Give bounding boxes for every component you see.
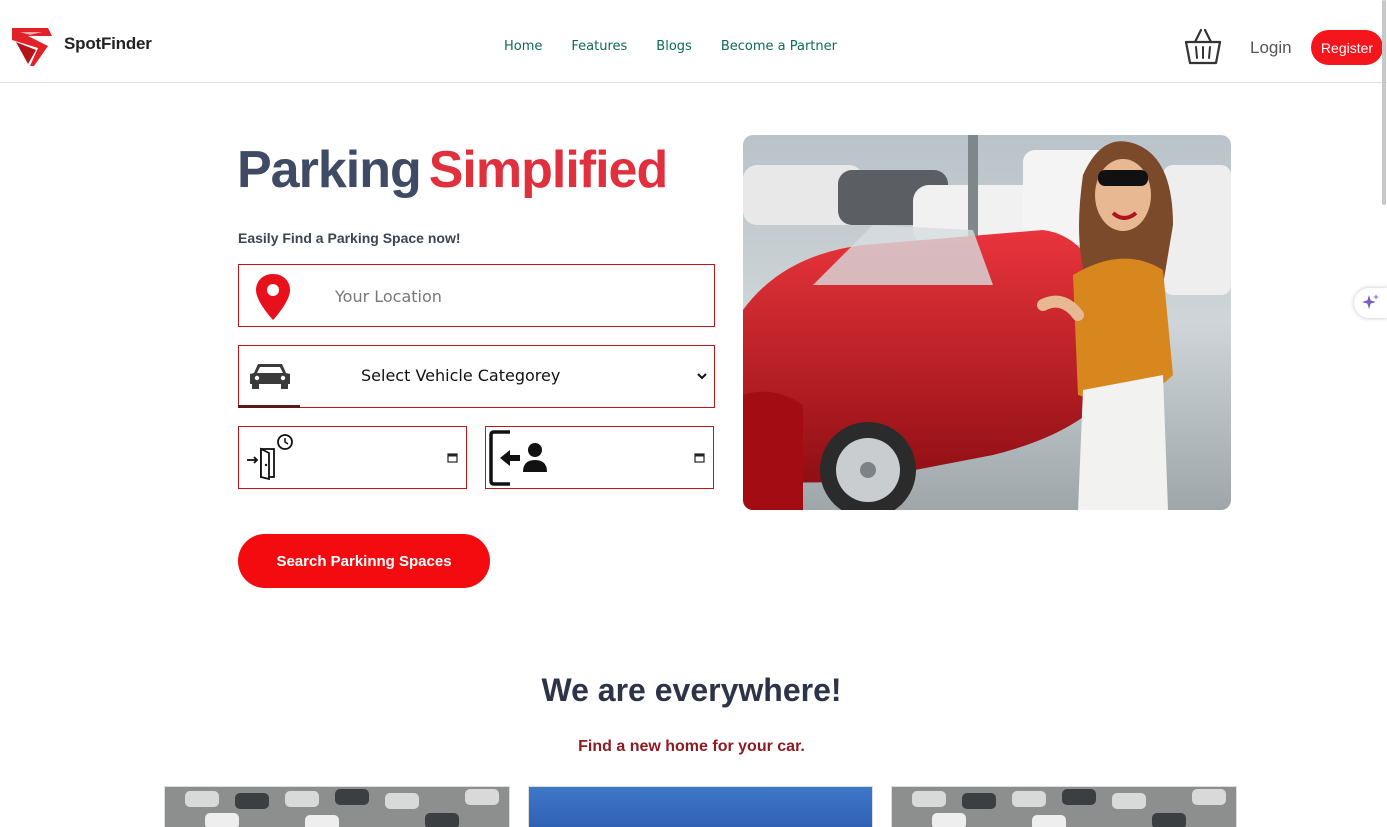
main-nav: Home Features Blogs Become a Partner <box>504 39 837 54</box>
site-header: SpotFinder Home Features Blogs Become a … <box>0 0 1387 83</box>
hero-title: Parking Simplified <box>237 140 668 200</box>
section-subtitle: Find a new home for your car. <box>578 738 805 755</box>
car-icon <box>250 364 290 389</box>
search-parking-button[interactable]: Search Parkinng Spaces <box>238 534 490 588</box>
nav-become-partner[interactable]: Become a Partner <box>721 39 837 54</box>
sparkle-icon <box>1361 294 1379 309</box>
hero-title-parking: Parking <box>237 141 422 199</box>
nav-features[interactable]: Features <box>571 39 627 54</box>
register-button[interactable]: Register <box>1311 30 1383 65</box>
brand-name: SpotFinder <box>64 34 152 53</box>
location-card-image[interactable] <box>164 786 510 827</box>
entry-datetime-field[interactable] <box>238 426 467 489</box>
spotfinder-logo-icon <box>12 28 52 66</box>
chevron-down-icon <box>697 373 707 380</box>
calendar-icon[interactable] <box>447 452 458 463</box>
location-field <box>238 264 715 327</box>
nav-blogs[interactable]: Blogs <box>656 39 692 54</box>
location-pin-icon <box>256 274 290 320</box>
vehicle-icon-underline <box>238 405 300 408</box>
scrollbar-thumb[interactable] <box>1382 0 1386 205</box>
location-card-image[interactable] <box>891 786 1237 827</box>
hero-title-simplified: Simplified <box>428 141 668 199</box>
hero-photo <box>743 135 1231 510</box>
section-title: We are everywhere! <box>541 672 842 708</box>
nav-home[interactable]: Home <box>504 39 542 54</box>
location-card-image[interactable] <box>528 786 873 827</box>
vehicle-select-value: Select Vehicle Categorey <box>361 366 561 385</box>
login-link[interactable]: Login <box>1250 38 1292 58</box>
exit-person-icon <box>489 430 547 486</box>
calendar-icon[interactable] <box>694 452 705 463</box>
location-input[interactable] <box>335 283 695 309</box>
brand-logo[interactable]: SpotFinder <box>8 20 152 68</box>
page: SpotFinder Home Features Blogs Become a … <box>0 0 1387 827</box>
exit-datetime-field[interactable] <box>485 426 714 489</box>
assistant-fab[interactable] <box>1354 288 1387 318</box>
hero-subtitle: Easily Find a Parking Space now! <box>238 230 461 246</box>
entry-door-clock-icon <box>247 434 293 481</box>
vehicle-category-select[interactable]: Select Vehicle Categorey <box>238 345 715 408</box>
basket-icon[interactable] <box>1183 26 1223 66</box>
